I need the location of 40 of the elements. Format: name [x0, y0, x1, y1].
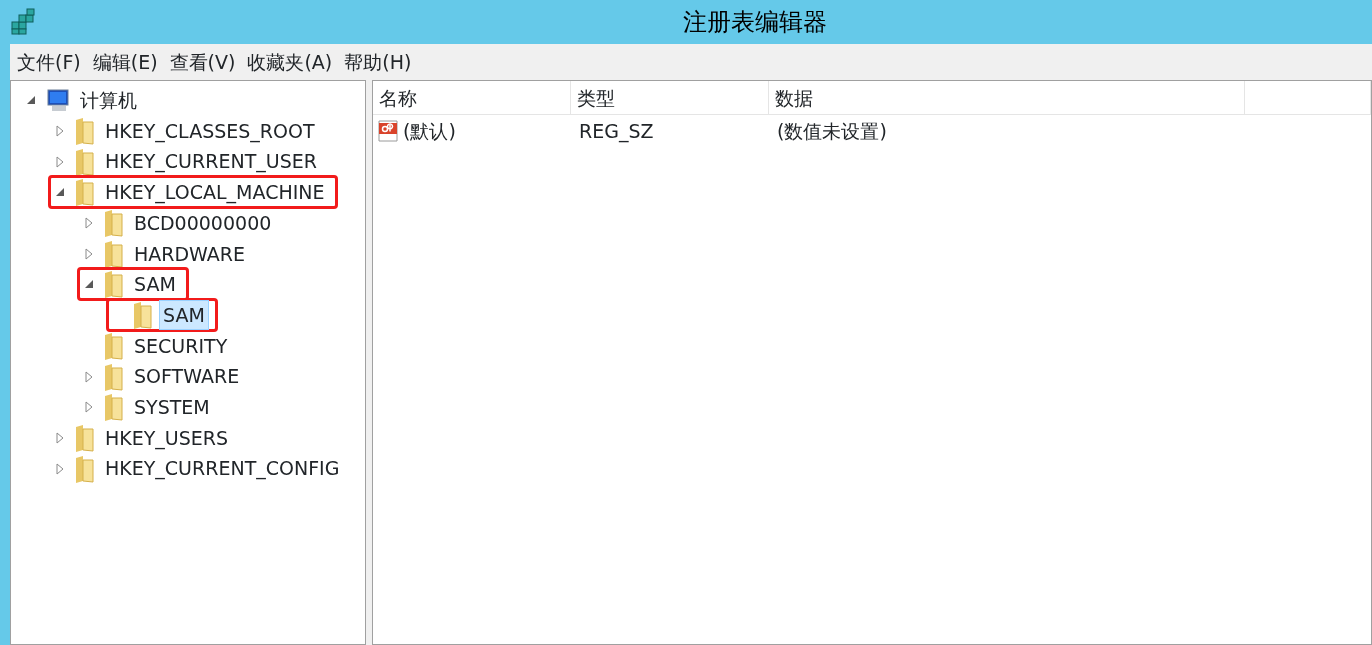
- tree-item[interactable]: 计算机: [76, 85, 141, 116]
- menu-item[interactable]: 文件(F): [16, 47, 82, 77]
- table-cell-text: (数值未设置): [776, 118, 888, 144]
- tree-item[interactable]: SAM: [130, 269, 180, 300]
- menu-item[interactable]: 帮助(H): [343, 47, 413, 77]
- column-header[interactable]: 名称: [373, 81, 571, 114]
- computer-icon: [44, 88, 70, 113]
- folder-icon: [102, 209, 124, 238]
- folder-icon: [102, 362, 124, 391]
- tree-item[interactable]: SAM: [159, 299, 209, 331]
- table-cell-text: (默认): [403, 118, 456, 144]
- tree-item[interactable]: HARDWARE: [130, 238, 250, 270]
- registry-cubes-icon: [10, 8, 38, 36]
- tree-item[interactable]: HKEY_CLASSES_ROOT: [101, 115, 319, 147]
- folder-icon: [73, 454, 95, 483]
- table-cell-text: REG_SZ: [578, 118, 655, 145]
- tree-item[interactable]: HKEY_LOCAL_MACHINE: [101, 177, 329, 208]
- column-header[interactable]: 数据: [769, 81, 1245, 114]
- folder-icon: [102, 393, 124, 422]
- menu-item[interactable]: 编辑(E): [91, 47, 159, 77]
- column-header[interactable]: 类型: [571, 81, 769, 114]
- tree-item[interactable]: HKEY_USERS: [101, 422, 233, 454]
- tree-item[interactable]: SECURITY: [130, 330, 232, 362]
- tree-item[interactable]: SYSTEM: [130, 391, 214, 423]
- folder-icon: [73, 147, 95, 176]
- folder-icon: [102, 331, 124, 360]
- tree-item[interactable]: HKEY_CURRENT_CONFIG: [101, 453, 344, 484]
- tree-item[interactable]: HKEY_CURRENT_USER: [101, 146, 321, 177]
- menu-item[interactable]: 查看(V): [168, 47, 237, 77]
- folder-icon: [73, 423, 95, 452]
- menu-item[interactable]: 收藏夹(A): [246, 47, 334, 77]
- folder-icon: [131, 301, 153, 330]
- folder-icon: [102, 239, 124, 268]
- tree-item[interactable]: BCD00000000: [130, 207, 276, 239]
- folder-icon: [73, 117, 95, 146]
- window-title: 注册表编辑器: [682, 7, 828, 38]
- folder-icon: [73, 178, 95, 207]
- folder-icon: [102, 270, 124, 299]
- string-value-icon: [377, 119, 399, 143]
- tree-item[interactable]: SOFTWARE: [130, 361, 244, 392]
